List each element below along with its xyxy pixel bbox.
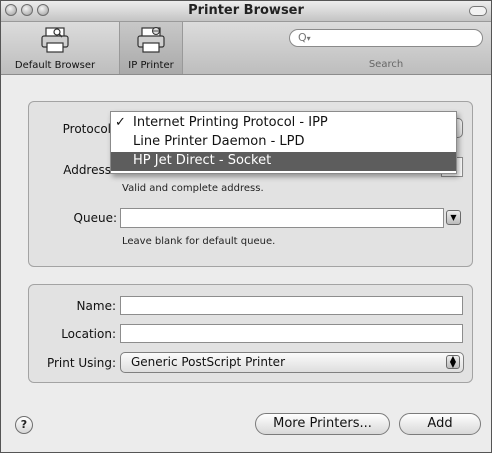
- protocol-menu-item-lpd[interactable]: Line Printer Daemon - LPD: [111, 133, 456, 152]
- checkmark-icon: ✓: [115, 115, 126, 130]
- queue-label: Queue:: [73, 211, 117, 225]
- print-using-label: Print Using:: [46, 356, 116, 370]
- protocol-menu-item-ipp[interactable]: ✓ Internet Printing Protocol - IPP: [111, 114, 456, 133]
- name-label: Name:: [76, 299, 116, 313]
- up-down-arrows-icon: ▲ ▼: [446, 355, 460, 369]
- title-bar: Printer Browser: [1, 1, 491, 22]
- menu-item-label: Line Printer Daemon - LPD: [133, 134, 305, 149]
- menu-item-label: Internet Printing Protocol - IPP: [133, 115, 328, 130]
- default-browser-tab[interactable]: Default Browser: [1, 22, 109, 74]
- magnifier-icon: Q▾: [298, 31, 311, 44]
- toolbar: Default Browser IP Printer Q▾ Search: [1, 22, 491, 75]
- name-input[interactable]: [120, 296, 463, 315]
- protocol-menu-item-socket[interactable]: HP Jet Direct - Socket: [111, 152, 456, 171]
- address-hint: Valid and complete address.: [122, 183, 264, 194]
- chevron-down-icon: ▼: [450, 213, 457, 222]
- ip-printer-tab[interactable]: IP Printer: [119, 22, 183, 74]
- default-browser-label: Default Browser: [14, 60, 96, 71]
- address-label: Address: [63, 163, 111, 177]
- add-button[interactable]: Add: [399, 413, 481, 435]
- queue-hint: Leave blank for default queue.: [122, 236, 276, 247]
- protocol-label: Protocol: [62, 122, 111, 136]
- network-printer-icon: [137, 27, 165, 53]
- ip-printer-label: IP Printer: [128, 60, 174, 71]
- window-title: Printer Browser: [188, 3, 304, 18]
- printer-icon: [41, 27, 69, 53]
- toolbar-toggle-button[interactable]: [469, 6, 487, 16]
- search-field[interactable]: Q▾: [289, 29, 483, 47]
- printer-browser-window: Printer Browser Default Browser IP Print…: [0, 0, 492, 453]
- help-button[interactable]: ?: [15, 416, 33, 434]
- more-printers-button[interactable]: More Printers...: [255, 413, 390, 435]
- menu-item-label: HP Jet Direct - Socket: [133, 153, 272, 168]
- search-label: Search: [368, 59, 404, 70]
- queue-dropdown-button[interactable]: ▼: [446, 210, 461, 225]
- location-input[interactable]: [120, 324, 463, 343]
- location-label: Location:: [61, 327, 116, 341]
- print-using-popup[interactable]: Generic PostScript Printer ▲ ▼: [120, 352, 464, 373]
- protocol-menu: ✓ Internet Printing Protocol - IPP Line …: [110, 111, 457, 174]
- print-using-value: Generic PostScript Printer: [131, 355, 285, 369]
- queue-input[interactable]: [120, 208, 444, 228]
